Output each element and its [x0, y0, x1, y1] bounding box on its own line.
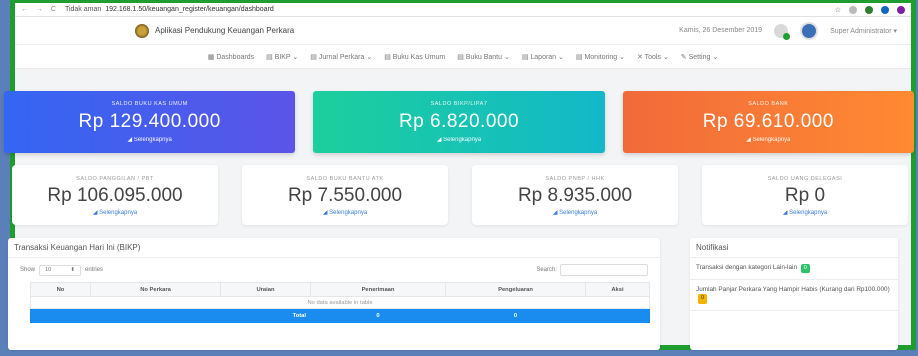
- total-pengeluaran: 0: [445, 308, 586, 323]
- card-value: Rp 129.400.000: [78, 111, 221, 132]
- card-label: SALDO BUKU BANTU ATK: [306, 176, 384, 182]
- entries-value: 10: [45, 267, 52, 273]
- menu-buku-bantu[interactable]: ▤ Buku Bantu ⌄: [457, 53, 510, 61]
- card-label: SALDO BANK: [748, 101, 789, 107]
- col-uraian[interactable]: Uraian: [220, 282, 311, 297]
- secondary-balance-cards: SALDO PANGGILAN / PBT Rp 106.095.000 ◢ S…: [12, 165, 908, 225]
- card-more-label: Selengkapnya: [789, 210, 828, 216]
- notif-item[interactable]: Transaksi dengan kategori Lain-lain 0: [690, 258, 898, 281]
- card-bank: SALDO BANK Rp 69.610.000 ◢ Selengkapnya: [622, 91, 914, 153]
- total-label: Total: [30, 308, 311, 323]
- card-value: Rp 106.095.000: [47, 185, 183, 206]
- col-penerimaan[interactable]: Penerimaan: [310, 282, 446, 297]
- notif-item[interactable]: Jumlah Panjar Perkara Yang Hampir Habis …: [690, 280, 898, 311]
- card-more-label: Selengkapnya: [133, 137, 172, 143]
- total-penerimaan: 0: [310, 308, 446, 323]
- table-total-row: Total 0 0: [30, 308, 650, 323]
- card-more-label: Selengkapnya: [559, 210, 598, 216]
- table-header-row: No No Perkara Uraian Penerimaan Pengelua…: [30, 282, 650, 297]
- app-header: Aplikasi Pendukung Keuangan Perkara Kami…: [15, 17, 911, 45]
- show-label: Show: [20, 267, 36, 273]
- card-label: SALDO UANG DELEGASI: [767, 176, 843, 182]
- current-date: Kamis, 26 Desember 2019: [679, 27, 763, 34]
- transactions-table: No No Perkara Uraian Penerimaan Pengelua…: [30, 282, 650, 323]
- card-bikp-lipa: SALDO BIKP/LIPA7 Rp 6.820.000 ◢ Selengka…: [313, 91, 605, 153]
- card-more-link[interactable]: ◢ Selengkapnya: [472, 209, 678, 216]
- extension-icon[interactable]: [849, 5, 857, 14]
- transactions-panel: Transaksi Keuangan Hari Ini (BIKP) Show …: [8, 238, 660, 350]
- col-aksi[interactable]: Aksi: [585, 282, 650, 297]
- menu-monitoring[interactable]: ▤ Monitoring ⌄: [576, 53, 625, 61]
- menu-bikp[interactable]: ▤ BIKP ⌄: [266, 53, 298, 61]
- card-value: Rp 8.935.000: [517, 185, 633, 206]
- browser-extensions: ☆: [835, 5, 905, 14]
- search-group: Search:: [536, 264, 648, 276]
- entries-label: entries: [85, 267, 104, 273]
- table-row: No data available in table: [30, 296, 650, 309]
- card-more-link[interactable]: ◢ Selengkapnya: [702, 209, 908, 216]
- card-buku-kas-umum: SALDO BUKU KAS UMUM Rp 129.400.000 ◢ Sel…: [4, 91, 296, 153]
- panel-title: Transaksi Keuangan Hari Ini (BIKP): [8, 238, 660, 258]
- card-label: SALDO BIKP/LIPA7: [430, 101, 488, 107]
- card-label: SALDO PNBP / HHK: [545, 176, 605, 182]
- primary-balance-cards: SALDO BUKU KAS UMUM Rp 129.400.000 ◢ Sel…: [4, 91, 914, 153]
- card-more-link[interactable]: ◢ Selengkapnya: [12, 209, 218, 216]
- extension-icon[interactable]: [865, 5, 873, 14]
- notif-badge: 0: [698, 294, 708, 304]
- card-value: Rp 7.550.000: [287, 185, 403, 206]
- card-more-label: Selengkapnya: [329, 210, 368, 216]
- avatar[interactable]: [800, 21, 819, 40]
- card-value: Rp 69.610.000: [702, 111, 834, 132]
- search-label: Search:: [536, 267, 557, 273]
- panel-title: Notifikasi: [690, 238, 898, 258]
- notif-badge: 0: [800, 264, 810, 274]
- card-more-link[interactable]: ◢ Selengkapnya: [242, 209, 448, 216]
- user-menu[interactable]: Super Administrator ▾: [830, 27, 897, 35]
- card-panggilan-pbt: SALDO PANGGILAN / PBT Rp 106.095.000 ◢ S…: [12, 165, 218, 225]
- entries-select[interactable]: 10 ⬍: [39, 264, 82, 276]
- total-aksi: [585, 308, 650, 323]
- security-indicator[interactable]: Tidak aman: [65, 6, 101, 13]
- menu-tools[interactable]: ✕ Tools ⌄: [637, 53, 669, 61]
- notification-panel: Notifikasi Transaksi dengan kategori Lai…: [690, 238, 898, 350]
- card-label: SALDO BUKU KAS UMUM: [111, 101, 188, 107]
- card-uang-delegasi: SALDO UANG DELEGASI Rp 0 ◢ Selengkapnya: [702, 165, 908, 225]
- card-value: Rp 0: [784, 185, 826, 206]
- col-pengeluaran[interactable]: Pengeluaran: [445, 282, 586, 297]
- menu-dashboards[interactable]: ▦ Dashboards: [208, 53, 254, 61]
- main-menu: ▦ Dashboards ▤ BIKP ⌄ ▤ Jurnal Perkara ⌄…: [15, 45, 911, 69]
- chevron-down-icon: ⬍: [70, 267, 76, 273]
- card-more-link[interactable]: ◢ Selengkapnya: [313, 136, 604, 143]
- app-title[interactable]: Aplikasi Pendukung Keuangan Perkara: [155, 26, 294, 35]
- extension-icon[interactable]: [881, 5, 889, 14]
- table-controls: Show 10 ⬍ entries Search:: [8, 258, 660, 278]
- menu-buku-kas-umum[interactable]: ▤ Buku Kas Umum: [384, 53, 445, 61]
- card-more-link[interactable]: ◢ Selengkapnya: [4, 136, 295, 143]
- card-more-link[interactable]: ◢ Selengkapnya: [623, 136, 914, 143]
- profile-icon[interactable]: [897, 5, 905, 14]
- card-value: Rp 6.820.000: [398, 111, 520, 132]
- col-no[interactable]: No: [30, 282, 91, 297]
- notif-text: Jumlah Panjar Perkara Yang Hampir Habis …: [696, 286, 890, 294]
- notif-text: Transaksi dengan kategori Lain-lain: [696, 264, 798, 271]
- card-buku-bantu-atk: SALDO BUKU BANTU ATK Rp 7.550.000 ◢ Sele…: [242, 165, 448, 225]
- card-pnbp-hhk: SALDO PNBP / HHK Rp 8.935.000 ◢ Selengka…: [472, 165, 678, 225]
- star-icon[interactable]: ☆: [835, 6, 841, 14]
- browser-nav-buttons[interactable]: ← → C: [21, 6, 59, 13]
- card-more-label: Selengkapnya: [99, 210, 138, 216]
- menu-setting[interactable]: ✎ Setting ⌄: [681, 53, 718, 61]
- card-label: SALDO PANGGILAN / PBT: [76, 176, 154, 182]
- app-logo[interactable]: [135, 23, 149, 38]
- menu-laporan[interactable]: ▤ Laporan ⌄: [522, 53, 564, 61]
- empty-message: No data available in table: [30, 296, 650, 309]
- card-more-label: Selengkapnya: [443, 137, 482, 143]
- menu-jurnal-perkara[interactable]: ▤ Jurnal Perkara ⌄: [310, 53, 372, 61]
- card-more-label: Selengkapnya: [752, 137, 791, 143]
- address-bar[interactable]: 192.168.1.50/keuangan_register/keuangan/…: [105, 6, 274, 13]
- col-no-perkara[interactable]: No Perkara: [90, 282, 221, 297]
- search-input[interactable]: [560, 264, 648, 276]
- header-right: Kamis, 26 Desember 2019 Super Administra…: [679, 21, 897, 40]
- browser-bar: ← → C Tidak aman 192.168.1.50/keuangan_r…: [15, 3, 911, 17]
- notification-bell-icon[interactable]: [774, 23, 791, 40]
